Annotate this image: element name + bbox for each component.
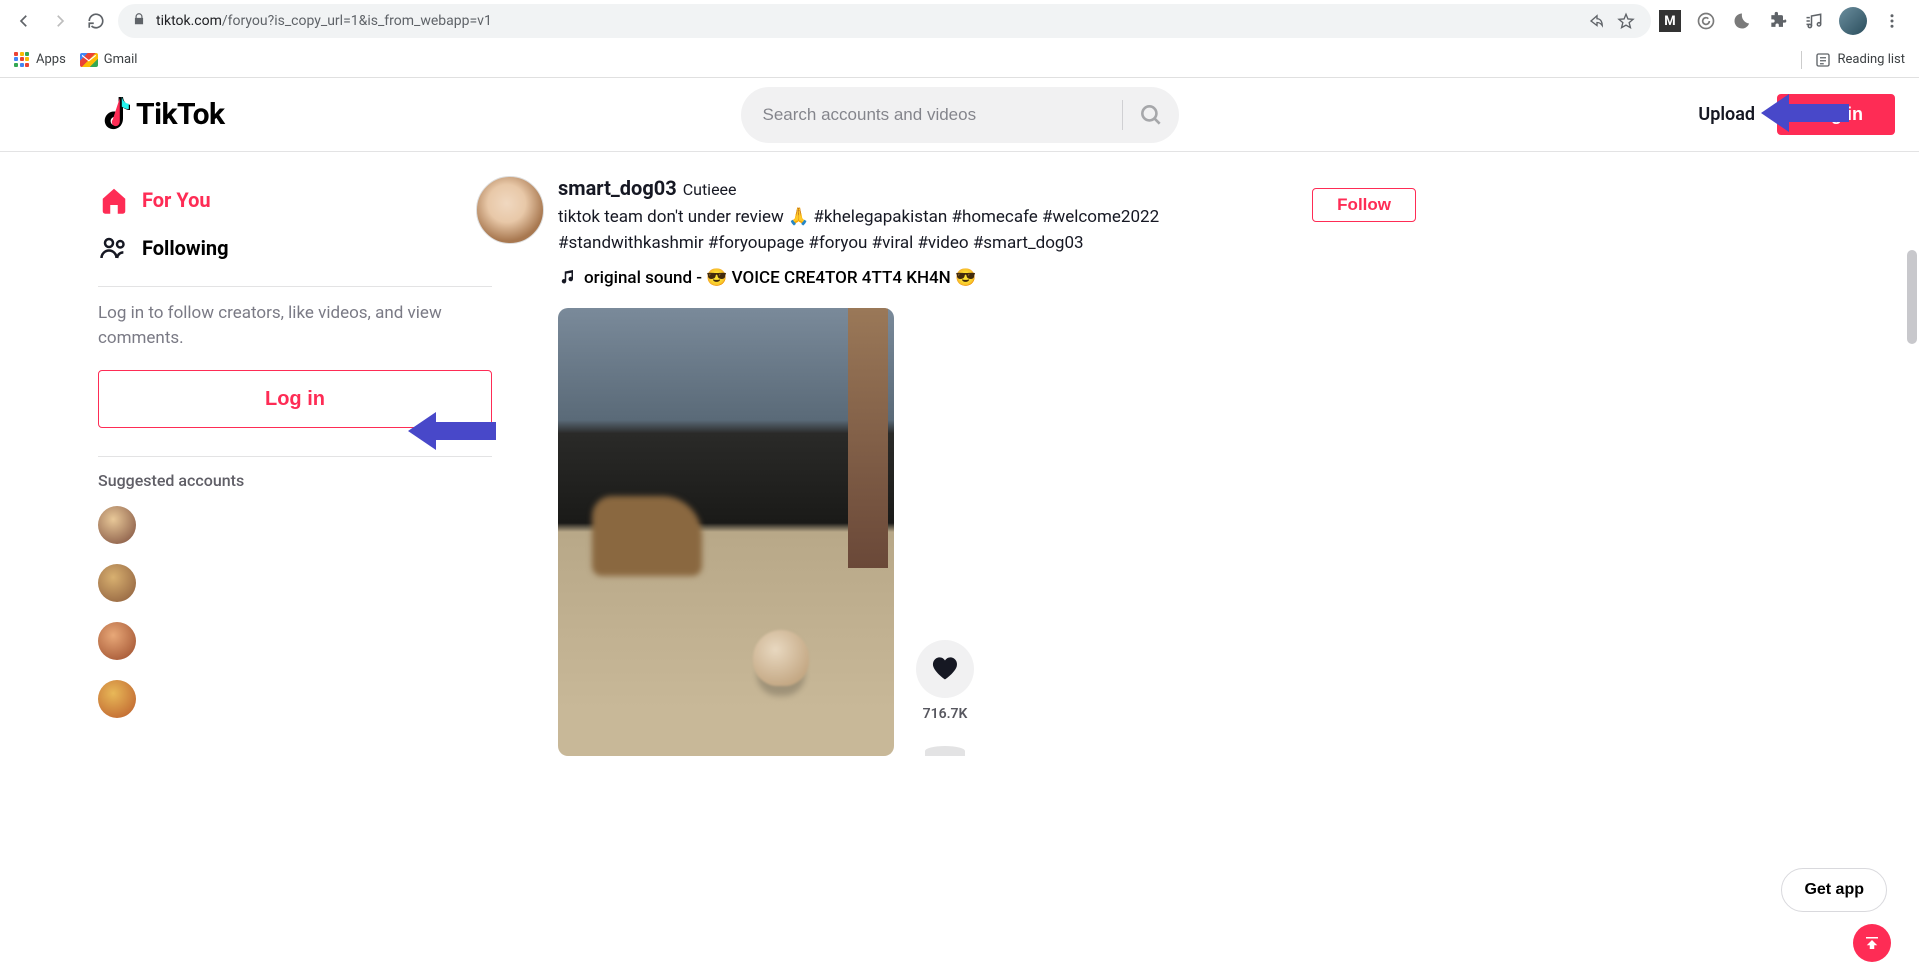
extension-m-icon[interactable]: M (1659, 10, 1681, 32)
nav-following[interactable]: Following (98, 224, 356, 272)
follow-button[interactable]: Follow (1312, 188, 1416, 222)
suggested-account-avatar[interactable] (98, 680, 136, 718)
search-bar (741, 87, 1179, 143)
search-input[interactable] (741, 105, 1122, 125)
suggested-accounts-heading: Suggested accounts (98, 471, 356, 490)
tiktok-logo-text: TikTok (136, 97, 225, 132)
post-sound-text: original sound - 😎 VOICE CRE4TOR 4TT4 KH… (584, 268, 976, 288)
search-button[interactable] (1123, 87, 1179, 143)
post-displayname: Cutieee (683, 180, 737, 199)
url-text: tiktok.com/foryou?is_copy_url=1&is_from_… (156, 13, 492, 29)
post-author-avatar[interactable] (476, 176, 544, 244)
music-note-icon (558, 267, 576, 290)
home-icon (98, 184, 130, 216)
share-icon[interactable] (1583, 10, 1605, 32)
apps-grid-icon (14, 52, 30, 68)
chrome-menu-icon[interactable] (1881, 10, 1903, 32)
grammarly-icon[interactable] (1695, 10, 1717, 32)
video-player[interactable] (558, 308, 894, 756)
profile-avatar[interactable] (1839, 7, 1867, 35)
scroll-to-top-button[interactable] (1853, 924, 1891, 962)
annotation-arrow-header-login (1761, 90, 1849, 136)
bookmark-gmail[interactable]: Gmail (80, 52, 138, 67)
tiktok-note-icon (100, 97, 132, 133)
address-bar[interactable]: tiktok.com/foryou?is_copy_url=1&is_from_… (118, 4, 1651, 38)
star-icon[interactable] (1615, 10, 1637, 32)
people-icon (98, 232, 130, 264)
video-post: smart_dog03 Cutieee tiktok team don't un… (476, 176, 1416, 756)
upload-link[interactable]: Upload (1698, 104, 1755, 125)
video-content-placeholder (592, 496, 702, 576)
reading-list-button[interactable]: Reading list (1801, 51, 1905, 69)
feed: smart_dog03 Cutieee tiktok team don't un… (356, 152, 1919, 756)
bookmarks-bar: Apps Gmail Reading list (0, 42, 1919, 78)
bookmark-apps[interactable]: Apps (14, 52, 66, 68)
media-control-icon[interactable] (1803, 10, 1825, 32)
reload-button[interactable] (82, 7, 110, 35)
reading-list-icon (1814, 51, 1832, 69)
nav-label: For You (142, 188, 211, 212)
nav-for-you[interactable]: For You (98, 176, 356, 224)
scrollbar-thumb[interactable] (1907, 250, 1917, 344)
extension-moon-icon[interactable] (1731, 10, 1753, 32)
comment-button-partial[interactable] (925, 746, 965, 756)
post-sound[interactable]: original sound - 😎 VOICE CRE4TOR 4TT4 KH… (558, 267, 1416, 290)
suggested-account-avatar[interactable] (98, 622, 136, 660)
lock-icon (132, 12, 146, 30)
back-button[interactable] (10, 7, 38, 35)
like-button[interactable] (916, 640, 974, 698)
get-app-button[interactable]: Get app (1781, 868, 1887, 912)
extensions-area: M (1659, 7, 1909, 35)
post-actions: 716.7K (916, 640, 974, 756)
post-caption: tiktok team don't under review 🙏 #kheleg… (558, 204, 1198, 257)
post-user-row: smart_dog03 Cutieee (558, 176, 1416, 200)
suggested-account-avatar[interactable] (98, 506, 136, 544)
sidebar: For You Following Log in to follow creat… (0, 152, 356, 756)
like-count: 716.7K (923, 706, 968, 722)
bookmark-label: Gmail (104, 52, 138, 67)
forward-button[interactable] (46, 7, 74, 35)
post-video-row: 716.7K (558, 308, 1416, 756)
nav-label: Following (142, 236, 229, 260)
post-username[interactable]: smart_dog03 (558, 176, 677, 200)
bookmark-label: Apps (36, 52, 66, 67)
extensions-puzzle-icon[interactable] (1767, 10, 1789, 32)
suggested-account-avatar[interactable] (98, 564, 136, 602)
post-content: smart_dog03 Cutieee tiktok team don't un… (558, 176, 1416, 756)
reading-list-label: Reading list (1838, 52, 1905, 67)
tiktok-header: TikTok Upload Log in (0, 78, 1919, 152)
tiktok-body: For You Following Log in to follow creat… (0, 152, 1919, 756)
browser-toolbar: tiktok.com/foryou?is_copy_url=1&is_from_… (0, 0, 1919, 42)
tiktok-logo[interactable]: TikTok (100, 97, 225, 133)
gmail-icon (80, 53, 98, 67)
